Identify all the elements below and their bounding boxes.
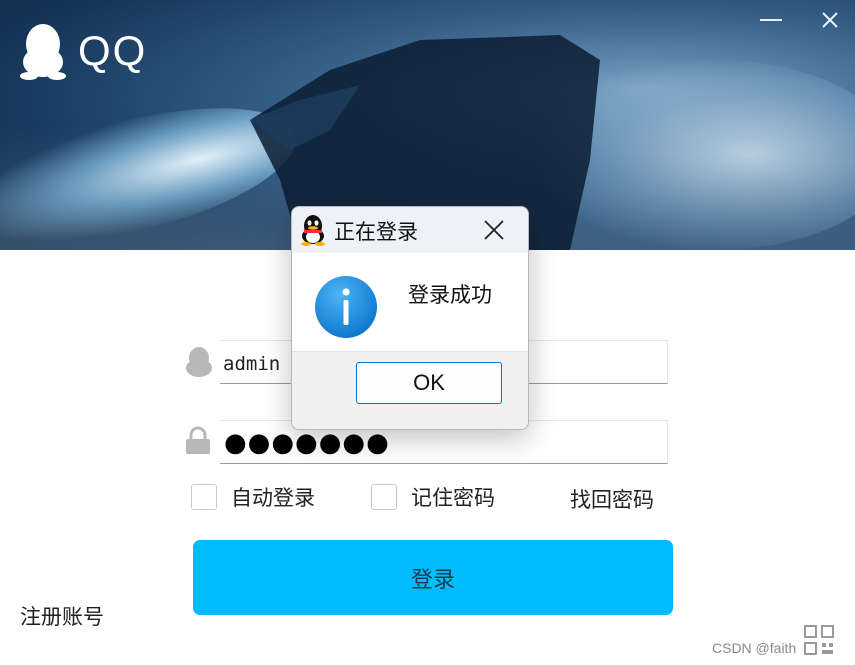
- find-password-link[interactable]: 找回密码: [570, 484, 654, 514]
- window-close-button[interactable]: [818, 8, 842, 32]
- app-logo: QQ: [18, 22, 147, 80]
- user-avatar-icon: [186, 347, 212, 377]
- ok-button[interactable]: OK: [356, 362, 502, 404]
- qr-code-icon[interactable]: [803, 624, 835, 656]
- password-masked-value: ●●●●●●●: [224, 428, 390, 458]
- remember-password-option[interactable]: 记住密码: [371, 482, 495, 512]
- auto-login-checkbox[interactable]: [191, 484, 217, 510]
- auto-login-label: 自动登录: [231, 486, 315, 510]
- login-status-dialog: 正在登录 登录成功 OK: [291, 206, 529, 430]
- dialog-close-button[interactable]: [482, 218, 506, 242]
- dialog-title: 正在登录: [334, 220, 418, 244]
- penguin-logo-icon: [20, 24, 66, 80]
- dialog-footer: OK: [292, 351, 528, 429]
- username-value: admin: [223, 353, 281, 375]
- lock-icon: [186, 426, 210, 454]
- login-button[interactable]: 登录: [193, 540, 673, 615]
- info-icon: [315, 276, 377, 338]
- qq-penguin-icon: [301, 215, 325, 246]
- close-icon: [822, 12, 838, 28]
- watermark-text: CSDN @faith: [712, 640, 797, 656]
- app-brand-name: QQ: [78, 27, 148, 74]
- auto-login-option[interactable]: 自动登录: [191, 482, 315, 512]
- remember-password-label: 记住密码: [411, 486, 495, 510]
- dialog-message: 登录成功: [408, 283, 492, 307]
- remember-password-checkbox[interactable]: [371, 484, 397, 510]
- minimize-button[interactable]: [758, 8, 784, 30]
- dialog-title-bar: 正在登录: [292, 207, 528, 253]
- dialog-body: 登录成功: [292, 253, 528, 351]
- close-icon: [484, 220, 504, 240]
- register-account-link[interactable]: 注册账号: [20, 601, 104, 631]
